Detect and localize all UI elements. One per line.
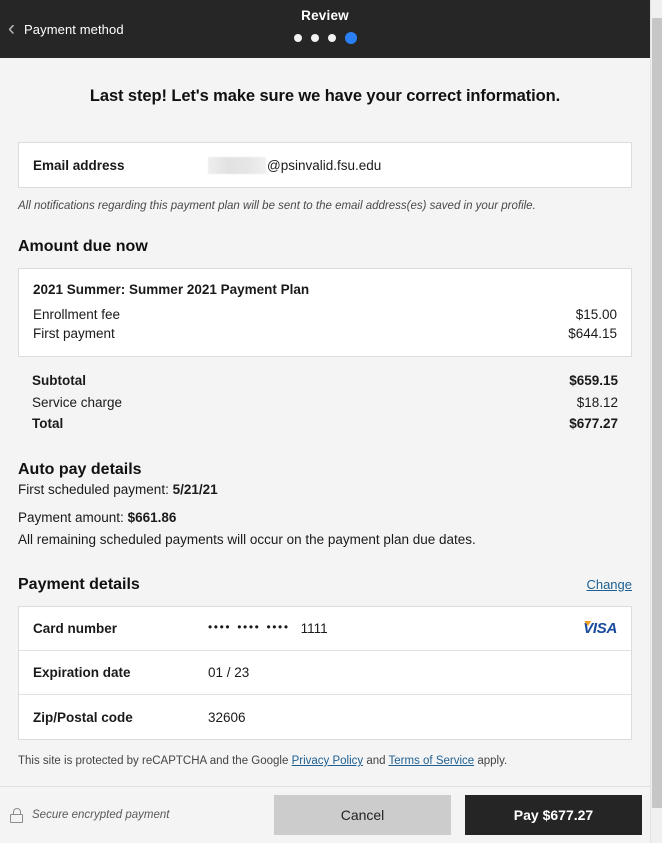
payment-details-heading: Payment details <box>18 576 140 593</box>
email-label: Email address <box>33 157 125 173</box>
card-last4: 1111 <box>300 621 328 636</box>
lock-icon <box>10 807 23 823</box>
visa-logo-icon: VISA <box>583 620 617 637</box>
amount-item-value: $644.15 <box>568 325 617 341</box>
subtotal-label: Subtotal <box>32 373 86 388</box>
recaptcha-suffix: apply. <box>474 755 508 767</box>
first-scheduled-payment-label: First scheduled payment: <box>18 481 173 497</box>
first-scheduled-payment-date: 5/21/21 <box>172 481 218 497</box>
expiration-date-value: 01 / 23 <box>208 665 250 680</box>
amount-line-item: Enrollment fee $15.00 <box>33 306 617 325</box>
email-note: All notifications regarding this payment… <box>18 200 536 212</box>
subtotal-value: $659.15 <box>569 373 618 388</box>
amount-line-item: First payment $644.15 <box>33 325 617 344</box>
footer-actions: Cancel Pay $677.27 <box>274 795 642 835</box>
total-row: Total $677.27 <box>32 413 618 435</box>
change-payment-link[interactable]: Change <box>586 577 632 594</box>
secure-payment-label: Secure encrypted payment <box>32 809 170 821</box>
card-mask-dots: •••• •••• •••• <box>208 619 290 634</box>
service-charge-label: Service charge <box>32 394 123 410</box>
expiration-date-label: Expiration date <box>33 665 131 680</box>
payment-amount-row: Payment amount: $661.86 <box>18 507 632 529</box>
back-label: Payment method <box>24 21 124 37</box>
email-card: Email address @psinvalid.fsu.edu <box>18 142 632 188</box>
auto-pay-heading: Auto pay details <box>18 460 142 478</box>
card-number-label: Card number <box>33 621 118 636</box>
progress-dot-4-active[interactable] <box>344 32 357 44</box>
zip-code-value: 32606 <box>208 709 246 725</box>
step-title: Review <box>301 8 349 23</box>
total-value: $677.27 <box>569 416 618 431</box>
payment-amount-value: $661.86 <box>127 510 177 525</box>
page-footer: Secure encrypted payment Cancel Pay $677… <box>0 786 650 843</box>
service-charge-row: Service charge $18.12 <box>32 392 618 414</box>
recaptcha-middle: and <box>363 755 389 767</box>
cancel-button[interactable]: Cancel <box>274 795 451 835</box>
amount-due-heading: Amount due now <box>18 238 148 255</box>
page-content: Last step! Let's make sure we have your … <box>0 87 650 777</box>
progress-dot-1[interactable] <box>293 34 302 42</box>
chevron-left-icon: ‹ <box>8 16 15 40</box>
zip-code-label: Zip/Postal code <box>33 709 133 725</box>
card-number-row: Card number •••• •••• •••• 1111 VISA <box>19 607 631 651</box>
service-charge-value: $18.12 <box>576 394 618 410</box>
email-domain: @psinvalid.fsu.edu <box>267 157 382 173</box>
payment-details-card: Card number •••• •••• •••• 1111 VISA Expir… <box>18 606 632 740</box>
progress-dot-2[interactable] <box>310 34 319 42</box>
terms-of-service-link[interactable]: Terms of Service <box>389 755 475 767</box>
subtotal-row: Subtotal $659.15 <box>32 370 618 392</box>
email-value: @psinvalid.fsu.edu <box>208 156 382 174</box>
progress-dot-3[interactable] <box>327 34 336 42</box>
vertical-scrollbar[interactable] <box>650 0 662 843</box>
recaptcha-prefix: This site is protected by reCAPTCHA and … <box>18 755 292 767</box>
zip-code-row: Zip/Postal code 32606 <box>19 695 631 739</box>
back-to-payment-method-button[interactable]: ‹ Payment method <box>0 16 124 40</box>
remaining-payments-note: All remaining scheduled payments will oc… <box>18 531 476 547</box>
first-scheduled-payment: First scheduled payment: 5/21/21 <box>18 479 632 501</box>
scrollbar-thumb[interactable] <box>652 18 662 808</box>
card-number-value: •••• •••• •••• 1111 <box>208 619 583 637</box>
page-header: ‹ Payment method Review <box>0 0 650 58</box>
redacted-email-user <box>208 156 266 174</box>
email-row: Email address @psinvalid.fsu.edu <box>19 143 631 187</box>
amount-item-value: $15.00 <box>575 307 617 322</box>
expiration-date-row: Expiration date 01 / 23 <box>19 651 631 695</box>
checkout-page: ‹ Payment method Review Last step! Let's… <box>0 0 650 843</box>
total-label: Total <box>32 416 64 431</box>
page-title: Last step! Let's make sure we have your … <box>89 87 561 105</box>
pay-button[interactable]: Pay $677.27 <box>465 795 642 835</box>
totals-block: Subtotal $659.15 Service charge $18.12 T… <box>18 370 632 435</box>
privacy-policy-link[interactable]: Privacy Policy <box>292 755 364 767</box>
recaptcha-notice: This site is protected by reCAPTCHA and … <box>18 755 632 777</box>
progress-dots <box>293 32 357 44</box>
payment-details-header: Payment details Change <box>18 576 632 594</box>
amount-due-card: 2021 Summer: Summer 2021 Payment Plan En… <box>18 268 632 357</box>
amount-item-label: First payment <box>33 325 115 341</box>
amount-item-label: Enrollment fee <box>33 307 121 322</box>
secure-payment-indicator: Secure encrypted payment <box>10 807 170 823</box>
payment-amount-label: Payment amount: <box>18 510 128 525</box>
plan-name: 2021 Summer: Summer 2021 Payment Plan <box>33 282 310 297</box>
